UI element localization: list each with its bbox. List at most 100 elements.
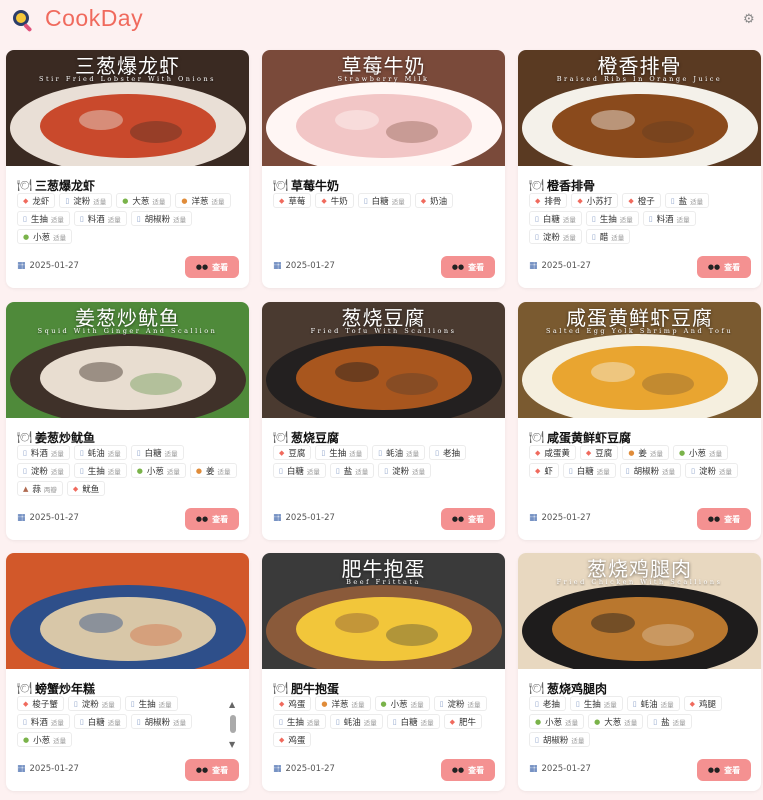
ingredient-amount: 适量 [690,197,704,206]
gear-icon[interactable]: ⚙ [743,13,757,27]
ingredient-name: 蚝油 [640,699,658,710]
eyes-icon: ●● [707,263,721,271]
ingredient-name: 胡椒粉 [633,466,660,477]
recipe-card[interactable]: 橙香排骨 Braised Ribs In Orange Juice 🍽 橙香排骨 ◆ 排骨… [518,50,761,288]
dish-photo[interactable]: 葱烧豆腐 Fried Tofu With Scallions [262,302,505,418]
recipe-card[interactable]: 咸蛋黄鲜虾豆腐 Salted Egg Yolk Shrimp And Tofu 🍽 咸… [518,302,761,540]
dish-photo[interactable] [6,553,249,669]
card-title-row: 🍽 咸蛋黄鲜虾豆腐 [529,428,631,446]
card-title-row: 🍽 螃蟹炒年糕 [17,679,95,697]
photo-subtitle-overlay: Fried Tofu With Scallions [310,327,457,335]
card-title-row: 🍽 橙香排骨 [529,176,595,194]
date-row: ▦ 2025-01-27 [529,513,591,523]
dish-name[interactable]: 姜葱炒鱿鱼 [35,429,95,446]
ingredient-tag: ▯ 老抽 [429,445,467,460]
recipe-card[interactable]: 葱烧豆腐 Fried Tofu With Scallions 🍽 葱烧豆腐 ◆ 豆腐 ▯ 生抽… [262,302,505,540]
dish-photo[interactable]: 草莓牛奶 Strawberry Milk [262,50,505,166]
bottle-icon: ▯ [632,699,637,708]
scroll-down-icon[interactable]: ▼ [229,740,235,749]
ingredient-amount: 适量 [53,233,67,242]
dish-photo[interactable]: 姜葱炒鱿鱼 Squid With Ginger And Scallion [6,302,249,418]
view-button[interactable]: ●● 查看 [697,256,751,278]
app-name[interactable]: CookDay [45,5,143,32]
ingredient-amount: 适量 [562,215,576,224]
ingredient-tag: ▲ 蒜两瓣 [17,481,63,496]
view-button[interactable]: ●● 查看 [441,256,495,278]
dot-icon: ◆ [628,196,634,205]
ingredient-tag: ◆ 牛奶 [315,193,354,208]
view-button[interactable]: ●● 查看 [441,508,495,530]
recipe-card[interactable]: 🍽 螃蟹炒年糕 ◆ 梭子蟹 ▯ 淀粉 适量 ▯ 生抽 适量 ▯ 料酒 适量 ▯ 白糖 适量 ▯ 胡椒粉 适量 ● 小葱适… [6,553,249,791]
scroll-thumb[interactable] [230,715,236,733]
dish-photo[interactable]: 葱烧鸡腿肉 Fried Chicken With Scallions [518,553,761,669]
dish-name[interactable]: 螃蟹炒年糕 [35,680,95,697]
ingredient-name: 奶油 [430,196,448,207]
recipe-card[interactable]: 葱烧鸡腿肉 Fried Chicken With Scallions 🍽 葱烧鸡腿肉 ▯… [518,553,761,791]
view-button[interactable]: ●● 查看 [441,759,495,781]
bottle-icon: ▯ [648,214,653,223]
ingredient-tag: ◆ 咸蛋黄 [529,445,576,460]
recipe-date: 2025-01-27 [29,261,79,271]
ingredient-name: 白糖 [286,466,304,477]
scroll-up-icon[interactable]: ▲ [229,700,235,709]
recipe-card[interactable]: 姜葱炒鱿鱼 Squid With Ginger And Scallion 🍽 姜葱炒鱿… [6,302,249,540]
dish-name[interactable]: 咸蛋黄鲜虾豆腐 [547,429,631,446]
view-button[interactable]: ●● 查看 [185,759,239,781]
ingredient-tag: ● 洋葱 适量 [315,696,371,711]
onion-icon: ● [23,735,30,744]
bottle-icon: ▯ [23,214,27,223]
ingredient-tag: ▯ 白糖 适量 [562,463,616,478]
dot-icon: ◆ [535,466,541,475]
ingredient-amount: 两瓣 [43,485,57,494]
ingredient-amount: 适量 [107,449,121,458]
ingredient-tag: ● 小葱 适量 [17,229,73,244]
view-button[interactable]: ●● 查看 [185,256,239,278]
ingredient-amount: 适量 [420,718,434,727]
ingredient-amount: 适量 [410,700,424,709]
recipe-card[interactable]: 肥牛抱蛋 Beef Frittata 🍽 肥牛抱蛋 ◆ 鸡蛋 ● 洋葱 适量 ● 小葱 适量 ▯ 淀粉 适量… [262,553,505,791]
ingredient-tag: ◆ 梭子蟹 [17,696,64,711]
bottle-icon: ▯ [65,196,70,205]
ingredient-amount: 适量 [50,718,64,727]
onion-icon: ● [23,232,30,241]
bottle-icon: ▯ [670,196,675,205]
recipe-card[interactable]: 草莓牛奶 Strawberry Milk 🍽 草莓牛奶 ◆ 草莓 ◆ 牛奶 ▯ 白糖 适量 ◆ 奶油 ▦ 2… [262,50,505,288]
recipe-card[interactable]: 三葱爆龙虾 Stir Fried Lobster With Onions 🍽 三葱爆龙… [6,50,249,288]
ingredient-name: 梭子蟹 [32,699,58,710]
ingredient-amount: 适量 [217,467,231,476]
ginger-icon: ● [628,448,635,457]
ingredient-tag: ▯ 料酒 适量 [17,445,70,460]
ingredient-scrollbar[interactable]: ▲ ▼ [228,700,238,750]
ingredient-tag: ● 小葱 适量 [130,463,186,478]
bottle-icon: ▯ [23,466,27,475]
dish-photo[interactable]: 咸蛋黄鲜虾豆腐 Salted Egg Yolk Shrimp And Tofu [518,302,761,418]
ingredient-tag: ▯ 胡椒粉 适量 [619,463,682,478]
ingredient-name: 淀粉 [81,699,99,710]
view-button[interactable]: ●● 查看 [697,759,751,781]
dish-photo[interactable]: 三葱爆龙虾 Stir Fried Lobster With Onions [6,50,249,166]
dot-icon: ◆ [23,196,29,205]
dish-photo[interactable]: 橙香排骨 Braised Ribs In Orange Juice [518,50,761,166]
ingredient-tag: ▯ 生抽 适量 [315,445,369,460]
dish-name[interactable]: 肥牛抱蛋 [291,680,339,697]
dish-name[interactable]: 草莓牛奶 [291,177,339,194]
ingredient-tag: ● 小葱 适量 [529,714,585,729]
ingredient-amount: 适量 [662,467,676,476]
ingredient-list: ◆ 排骨 ◆ 小苏打 ◆ 橙子 ▯ 盐适量 ▯ 白糖 适量 ▯ 生抽 适量 ▯ 料酒 适量 ▯ 淀粉 适量 ▯ 醋适量 [529,193,751,244]
ingredient-name: 鸡蛋 [288,735,306,746]
view-button[interactable]: ●● 查看 [697,508,751,530]
view-button[interactable]: ●● 查看 [185,508,239,530]
eyes-icon: ●● [451,515,465,523]
ingredient-amount: 适量 [672,718,686,727]
dish-name[interactable]: 葱烧豆腐 [291,429,339,446]
ingredient-amount: 适量 [351,700,365,709]
ingredient-tag: ▯ 盐适量 [664,193,710,208]
plate-icon: 🍽 [273,430,289,444]
dish-name[interactable]: 葱烧鸡腿肉 [547,680,607,697]
magnifier-logo-icon[interactable] [10,7,36,33]
ingredient-tag: ▯ 胡椒粉 适量 [130,714,193,729]
dish-photo[interactable]: 肥牛抱蛋 Beef Frittata [262,553,505,669]
dish-name[interactable]: 三葱爆龙虾 [35,177,95,194]
ingredient-tag: ▯ 淀粉 适量 [59,193,113,208]
dish-name[interactable]: 橙香排骨 [547,177,595,194]
